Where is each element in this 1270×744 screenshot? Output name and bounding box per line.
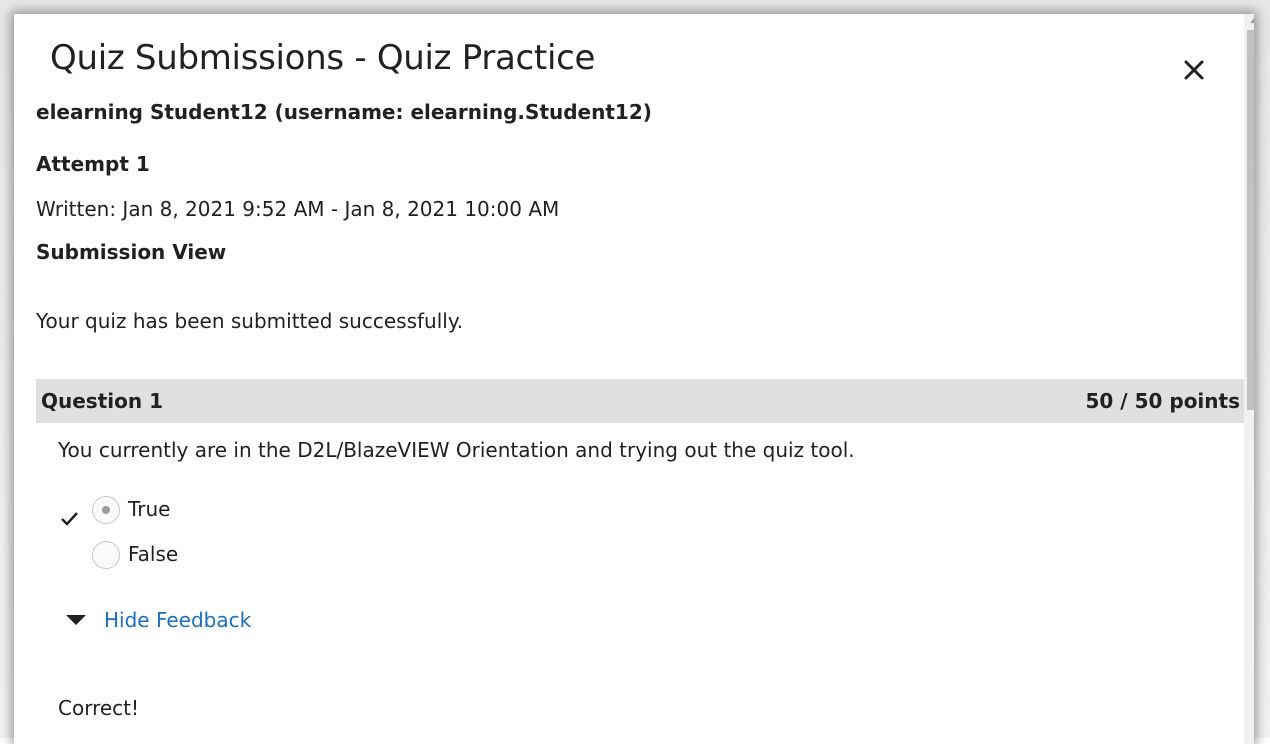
vertical-scrollbar[interactable] xyxy=(1244,14,1254,744)
close-button[interactable] xyxy=(1174,50,1214,90)
question-points: 50 / 50 points xyxy=(1085,389,1240,413)
quiz-submissions-dialog: Quiz Submissions - Quiz Practice elearni… xyxy=(14,14,1254,744)
scroll-up-arrow-icon[interactable] xyxy=(1250,18,1254,23)
option-label-false: False xyxy=(128,542,179,566)
scrollbar-thumb[interactable] xyxy=(1247,30,1254,410)
close-icon xyxy=(1184,60,1204,80)
radio-true[interactable] xyxy=(92,496,120,524)
attempt-label: Attempt 1 xyxy=(36,152,150,176)
hide-feedback-toggle[interactable]: Hide Feedback xyxy=(66,608,251,632)
option-label-true: True xyxy=(128,497,171,521)
checkmark-icon xyxy=(61,512,78,526)
submission-view-heading: Submission View xyxy=(36,240,227,264)
written-timestamp: Written: Jan 8, 2021 9:52 AM - Jan 8, 20… xyxy=(36,197,560,221)
dialog-title: Quiz Submissions - Quiz Practice xyxy=(50,38,596,78)
caret-down-icon xyxy=(66,615,86,625)
submission-message: Your quiz has been submitted successfull… xyxy=(36,309,464,333)
question-text: You currently are in the D2L/BlazeVIEW O… xyxy=(58,438,855,462)
radio-false[interactable] xyxy=(92,541,120,569)
feedback-text: Correct! xyxy=(58,696,140,720)
page-background: Quiz Submissions - Quiz Practice elearni… xyxy=(0,0,1270,744)
radio-selected-dot xyxy=(102,506,110,514)
question-title: Question 1 xyxy=(41,389,163,413)
question-header: Question 1 50 / 50 points xyxy=(36,379,1244,423)
student-name: elearning Student12 (username: elearning… xyxy=(36,100,652,124)
hide-feedback-link[interactable]: Hide Feedback xyxy=(104,608,251,632)
